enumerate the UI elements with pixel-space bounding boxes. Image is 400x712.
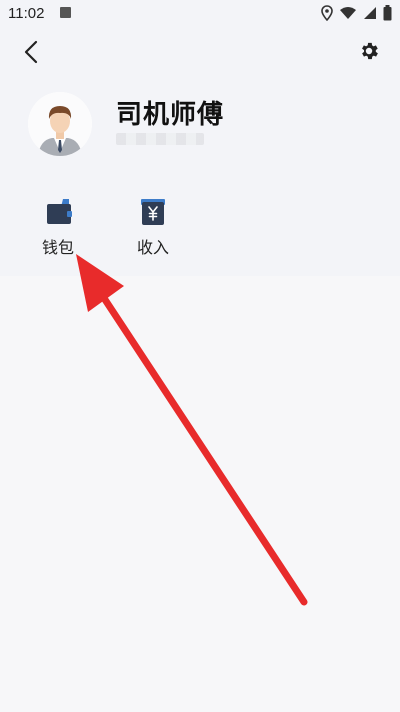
profile-name: 司机师傅 (116, 100, 225, 130)
main-content-area (0, 276, 400, 712)
gear-icon[interactable] (358, 40, 380, 62)
signal-icon (364, 7, 376, 19)
wallet-icon (47, 199, 72, 224)
wallet-label: 钱包 (41, 238, 74, 257)
income-button[interactable]: 收入 (123, 198, 183, 258)
avatar[interactable] (28, 92, 92, 156)
status-bar: 11:02 (0, 0, 400, 28)
income-yen-icon (141, 199, 165, 225)
wifi-icon (340, 7, 356, 19)
status-time: 11:02 (8, 5, 45, 22)
status-icons (321, 4, 392, 22)
income-label: 收入 (136, 238, 169, 257)
notification-a-icon (60, 7, 71, 18)
chevron-left-icon[interactable] (20, 40, 44, 64)
wallet-button[interactable]: 钱包 (28, 198, 88, 258)
male-avatar-icon (28, 92, 92, 156)
profile-subtitle-blurred (116, 133, 204, 145)
location-icon (321, 5, 333, 21)
battery-icon (383, 5, 392, 21)
